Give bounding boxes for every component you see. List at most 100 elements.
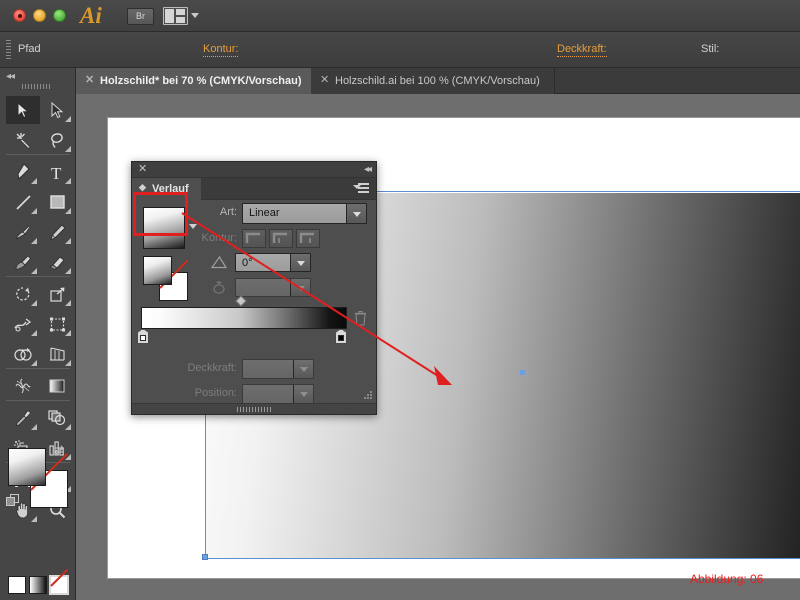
gradient-position-label: Position: [194, 387, 237, 399]
fill-mode-buttons [8, 575, 70, 596]
style-label: Stil: [701, 43, 720, 55]
shape-builder-tool[interactable] [6, 340, 40, 368]
tab-holzschild-active[interactable]: ✕ Holzschild* bei 70 % (CMYK/Vorschau) [76, 68, 317, 94]
gradient-stop-start[interactable] [137, 329, 149, 344]
gradient-type-value: Linear [249, 207, 280, 219]
arrange-documents-icon[interactable] [163, 7, 188, 25]
gradient-aspect-ratio-icon [211, 280, 227, 294]
gradient-across-stroke-button[interactable] [296, 229, 320, 248]
chevron-down-icon[interactable] [293, 360, 313, 378]
line-segment-tool[interactable] [6, 188, 40, 216]
direct-selection-tool[interactable] [40, 96, 74, 124]
eyedropper-tool[interactable] [6, 404, 40, 432]
toolbar-collapse-icon[interactable]: ◂◂ [6, 72, 20, 82]
gradient-panel[interactable]: ✕ ◂◂ ◆ Verlauf Art: Linear Kontur: 0° De… [131, 161, 377, 415]
free-transform-tool[interactable] [40, 310, 74, 338]
default-fill-stroke-icon[interactable] [6, 494, 21, 509]
gradient-opacity-label: Deckkraft: [187, 362, 237, 374]
gradient-angle-value: 0° [242, 257, 253, 269]
figure-caption: Abbildung: 06 [690, 572, 764, 586]
blend-tool[interactable] [40, 404, 74, 432]
tools-panel: ◂◂ T ⇄ [0, 68, 76, 600]
gradient-along-stroke-button[interactable] [269, 229, 293, 248]
width-tool[interactable] [6, 310, 40, 338]
gradient-within-stroke-button[interactable] [242, 229, 266, 248]
illustrator-window: Ai Br Pfad Kontur: Einfach Deckkraft: 10… [0, 0, 800, 600]
gradient-preview-swatch[interactable] [143, 207, 185, 249]
gradient-slider[interactable] [141, 307, 347, 329]
maximize-window-button[interactable] [53, 9, 66, 22]
lasso-tool[interactable] [40, 126, 74, 154]
tab-verlauf[interactable]: ◆ Verlauf [132, 178, 201, 200]
pencil-tool[interactable] [40, 218, 74, 246]
gradient-angle-icon [210, 255, 228, 269]
fill-stroke-color-widget: ⇄ [6, 444, 68, 510]
panel-title: Verlauf [152, 183, 189, 195]
close-icon[interactable]: ✕ [320, 75, 329, 86]
panel-expand-icon: ◆ [139, 182, 146, 192]
gradient-stop-end[interactable] [335, 329, 347, 344]
tab-holzschild-ai[interactable]: ✕ Holzschild.ai bei 100 % (CMYK/Vorschau… [311, 68, 555, 94]
tab-label: Holzschild.ai bei 100 % (CMYK/Vorschau) [335, 75, 540, 87]
minimize-window-button[interactable] [33, 9, 46, 22]
gradient-tool[interactable] [40, 372, 74, 400]
selection-anchor-bottom-left[interactable] [202, 554, 208, 560]
none-mode-button[interactable] [49, 575, 69, 595]
window-controls [13, 9, 66, 22]
type-tool[interactable]: T [40, 158, 74, 186]
document-tab-bar: ✕ Holzschild* bei 70 % (CMYK/Vorschau) ✕… [76, 68, 800, 94]
toolbar-drag-handle[interactable] [22, 84, 50, 89]
perspective-grid-tool[interactable] [40, 340, 74, 368]
arrange-documents-chevron-down-icon[interactable] [191, 13, 199, 18]
gradient-type-select[interactable]: Linear [242, 203, 367, 224]
blob-brush-tool[interactable] [6, 248, 40, 276]
mesh-tool[interactable] [6, 372, 40, 400]
trash-icon[interactable] [354, 310, 367, 326]
scale-tool[interactable] [40, 280, 74, 308]
close-window-button[interactable] [13, 9, 26, 22]
app-logo-icon: Ai [80, 3, 102, 28]
rectangle-tool[interactable] [40, 188, 74, 216]
gradient-opacity-input[interactable] [242, 359, 314, 379]
paintbrush-tool[interactable] [6, 218, 40, 246]
gradient-panel-tab-row: ◆ Verlauf [132, 178, 376, 200]
gradient-type-label: Art: [219, 206, 237, 218]
magic-wand-tool[interactable] [6, 126, 40, 154]
selection-type-label: Pfad [18, 43, 41, 55]
chevron-down-icon[interactable] [290, 279, 310, 296]
gradient-aspect-ratio-input[interactable] [235, 278, 311, 297]
gradient-stroke-label: Kontur: [201, 232, 237, 244]
chevron-down-icon[interactable] [346, 204, 366, 223]
selection-tool[interactable] [6, 96, 40, 124]
gradient-fill-stroke-widget [143, 256, 189, 302]
close-icon[interactable]: ✕ [85, 75, 94, 86]
title-bar: Ai Br [0, 0, 800, 32]
gradient-panel-title-bar[interactable]: ✕ ◂◂ [132, 162, 376, 178]
panel-resize-handle[interactable] [363, 390, 373, 400]
color-mode-button[interactable] [8, 576, 26, 594]
pen-tool[interactable] [6, 158, 40, 186]
chevron-down-icon[interactable] [293, 385, 313, 403]
bridge-button[interactable]: Br [127, 8, 154, 25]
collapse-to-icons-icon[interactable]: ◂◂ [364, 165, 372, 175]
gradient-preset-chevron-down-icon[interactable] [189, 224, 197, 229]
opacity-label: Deckkraft: [557, 43, 607, 57]
swap-fill-stroke-icon[interactable]: ⇄ [54, 444, 67, 457]
control-bar: Pfad Kontur: Einfach Deckkraft: 100% Sti… [0, 32, 800, 92]
svg-text:T: T [51, 164, 62, 181]
gradient-position-input[interactable] [242, 384, 314, 404]
panel-footer-drag-handle[interactable] [132, 403, 376, 414]
selection-center-point [520, 370, 525, 375]
gradient-angle-input[interactable]: 0° [235, 253, 311, 272]
eraser-tool[interactable] [40, 248, 74, 276]
chevron-down-icon[interactable] [290, 254, 310, 271]
panel-menu-icon[interactable] [353, 183, 369, 194]
rotate-tool[interactable] [6, 280, 40, 308]
stroke-weight-label: Kontur: [203, 43, 239, 57]
gradient-fill-swatch[interactable] [143, 256, 172, 285]
gradient-midpoint-handle[interactable] [235, 295, 247, 307]
control-bar-drag-handle[interactable] [6, 40, 11, 59]
fill-color-swatch[interactable] [8, 448, 46, 486]
gradient-mode-button[interactable] [29, 576, 47, 594]
close-icon[interactable]: ✕ [138, 164, 147, 175]
